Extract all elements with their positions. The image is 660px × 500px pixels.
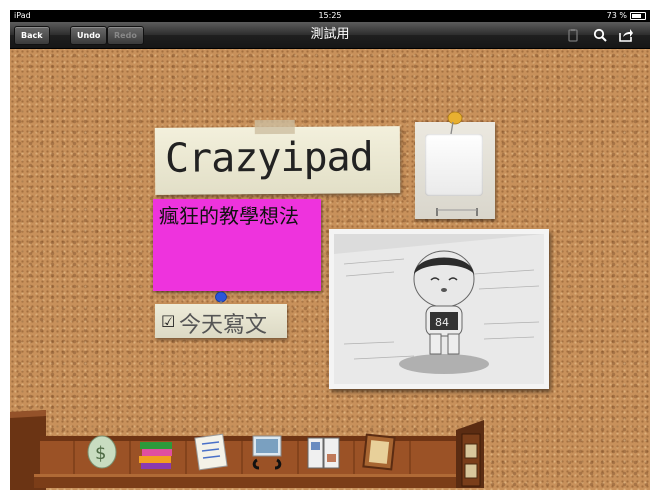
title-note[interactable]: Crazyipad: [154, 119, 401, 195]
checklist-item-text: 今天寫文: [179, 313, 268, 338]
ipad-screen: iPad 15:25 73 % Back Undo Redo 測試用 Crazy…: [10, 10, 650, 490]
page-title: 測試用: [310, 27, 350, 42]
battery-icon: [630, 12, 646, 20]
pink-note-text: 瘋狂的教學想法: [159, 204, 299, 228]
checklist-icon[interactable]: [191, 432, 231, 472]
navigation-bar: Back Undo Redo 測試用: [10, 22, 650, 49]
share-icon[interactable]: [618, 27, 634, 43]
search-icon[interactable]: [592, 27, 608, 43]
money-icon[interactable]: $: [82, 432, 122, 472]
dock-shelf: $: [10, 410, 650, 490]
photo-clip-icon[interactable]: [247, 432, 287, 472]
photo-note[interactable]: 84: [329, 229, 549, 389]
books-icon[interactable]: [136, 432, 176, 472]
status-time: 15:25: [318, 11, 342, 20]
status-bar: iPad 15:25 73 %: [10, 10, 650, 22]
pushpin-icon: [447, 111, 463, 135]
checklist-note[interactable]: ☑ 今天寫文: [155, 304, 287, 338]
photo-image: 84: [334, 234, 544, 384]
clipboard-icon[interactable]: [565, 27, 581, 43]
empty-photo-placeholder: [425, 134, 483, 196]
svg-text:84: 84: [435, 316, 449, 329]
title-note-text: Crazyipad: [164, 134, 373, 182]
svg-text:$: $: [95, 443, 106, 464]
tape: [254, 119, 295, 135]
empty-photo-note[interactable]: [415, 111, 495, 219]
battery-text: 73 %: [606, 11, 627, 20]
clip-icon: [436, 208, 478, 216]
pink-note[interactable]: 瘋狂的教學想法: [153, 199, 321, 291]
figure-photo-icon: 84: [334, 234, 544, 384]
magazine-icon[interactable]: [304, 432, 344, 472]
checkbox-icon[interactable]: ☑: [161, 312, 175, 331]
frame-icon[interactable]: [359, 432, 399, 472]
